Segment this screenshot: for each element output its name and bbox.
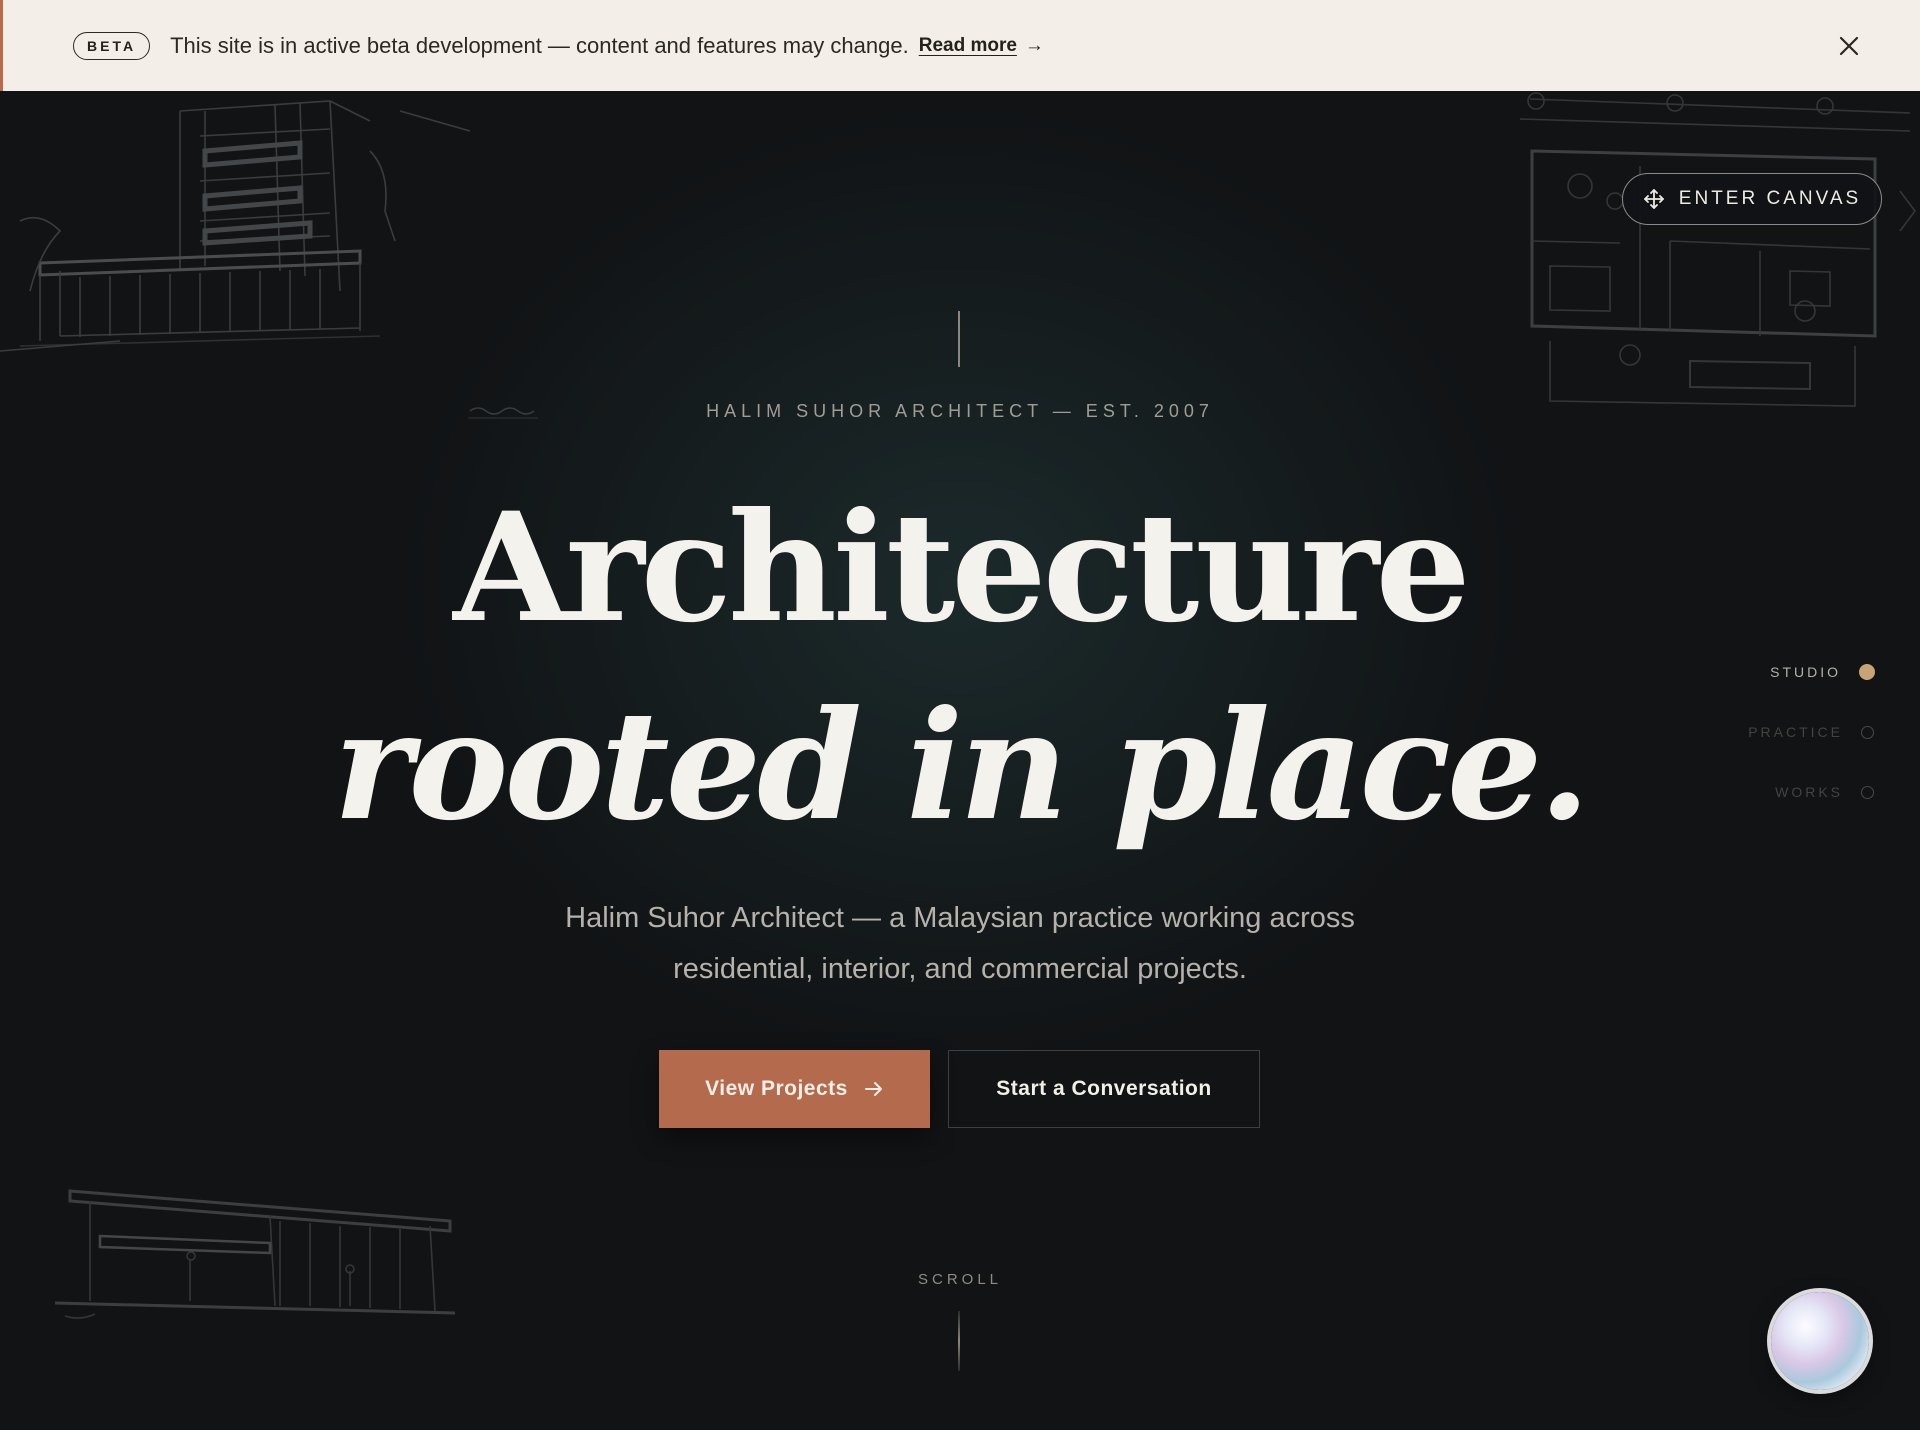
section-nav-item-studio[interactable]: STUDIO — [1675, 642, 1875, 702]
building-sketch-bottom-left — [54, 1189, 456, 1319]
inactive-dot-icon — [1861, 725, 1874, 739]
section-nav-item-works[interactable]: WORKS — [1675, 762, 1875, 822]
beta-banner: BETA This site is in active beta develop… — [0, 0, 1920, 91]
enter-canvas-button[interactable]: ENTER CANVAS — [1622, 173, 1882, 225]
view-projects-label: View Projects — [705, 1077, 848, 1100]
active-dot-icon — [1859, 664, 1875, 680]
section-nav-label: WORKS — [1775, 784, 1843, 800]
arrow-right-icon — [864, 1081, 884, 1097]
hero-section: ENTER CANVAS HALIM SUHOR ARCHITECT — EST… — [0, 91, 1920, 1430]
close-banner-button[interactable] — [1830, 27, 1868, 65]
assistant-orb-button[interactable] — [1771, 1292, 1869, 1390]
headline-line-2: rooted in place. — [333, 678, 1590, 854]
hero-subcopy: Halim Suhor Architect — a Malaysian prac… — [460, 893, 1460, 995]
inactive-dot-icon — [1861, 785, 1874, 799]
section-nav-item-practice[interactable]: PRACTICE — [1675, 702, 1875, 762]
close-icon — [1839, 36, 1859, 56]
section-nav: STUDIO PRACTICE WORKS — [1675, 642, 1875, 822]
subcopy-line-2: residential, interior, and commercial pr… — [673, 953, 1247, 985]
arrow-right-icon[interactable]: → — [1025, 35, 1044, 57]
read-more-link[interactable]: Read more — [919, 35, 1017, 57]
eyebrow-text: HALIM SUHOR ARCHITECT — EST. 2007 — [706, 401, 1214, 421]
subcopy-line-1: Halim Suhor Architect — a Malaysian prac… — [565, 902, 1355, 934]
section-nav-label: STUDIO — [1770, 664, 1841, 680]
headline-line-1: Architecture — [453, 480, 1471, 656]
scroll-indicator-line — [958, 1311, 960, 1371]
floorplan-sketch-top-right — [1520, 92, 1916, 407]
top-divider-line — [958, 311, 960, 367]
move-arrows-icon — [1643, 188, 1665, 210]
beta-badge: BETA — [73, 31, 151, 60]
enter-canvas-label: ENTER CANVAS — [1678, 188, 1862, 209]
start-conversation-button[interactable]: Start a Conversation — [948, 1050, 1260, 1128]
beta-message: This site is in active beta development … — [170, 32, 909, 58]
section-nav-label: PRACTICE — [1748, 724, 1843, 740]
start-conversation-label: Start a Conversation — [996, 1077, 1212, 1100]
scroll-indicator-label: SCROLL — [917, 1271, 1003, 1288]
building-sketch-top-left — [0, 100, 471, 352]
view-projects-button[interactable]: View Projects — [659, 1050, 930, 1128]
